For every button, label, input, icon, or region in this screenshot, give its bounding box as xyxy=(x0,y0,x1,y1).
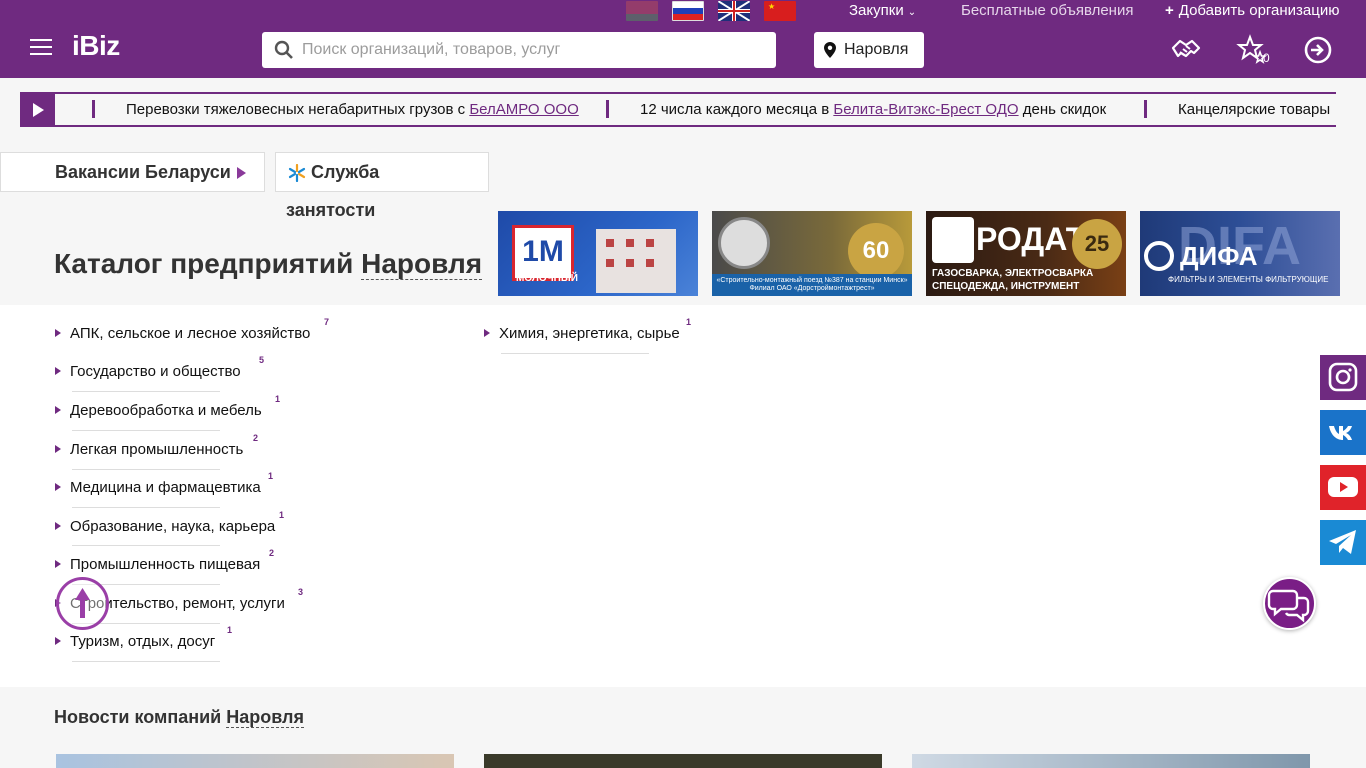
free-ads-link[interactable]: Бесплатные объявления xyxy=(961,2,1133,19)
bullet-icon xyxy=(484,329,490,337)
bullet-icon xyxy=(55,367,61,375)
arrow-up-icon xyxy=(75,588,90,618)
banner-difa[interactable]: DIFA ДИФА ФИЛЬТРЫ И ЭЛЕМЕНТЫ ФИЛЬТРУЮЩИЕ xyxy=(1140,211,1340,296)
divider xyxy=(501,353,649,354)
vk-button[interactable] xyxy=(1320,410,1366,455)
banner-rodat[interactable]: РОДАТ 25 ГАЗОСВАРКА, ЭЛЕКТРОСВАРКА СПЕЦО… xyxy=(926,211,1126,296)
uk-flag-icon[interactable] xyxy=(718,1,750,21)
category-item[interactable]: Химия, энергетика, сырье 1 xyxy=(484,317,691,342)
location-pin-icon xyxy=(824,42,836,58)
search-icon xyxy=(274,40,293,59)
main-header: iBiz Наровля 0 xyxy=(0,22,1366,78)
chevron-down-icon: ⌄ xyxy=(907,7,917,18)
youtube-button[interactable] xyxy=(1320,465,1366,510)
ticker-separator xyxy=(606,100,609,118)
procurement-menu[interactable]: Закупки ⌄ xyxy=(849,2,916,19)
vk-icon xyxy=(1329,426,1352,440)
top-strip: ★ Закупки ⌄ Бесплатные объявления + Добави… xyxy=(0,0,1366,22)
category-item[interactable]: Образование, наука, карьера 1 xyxy=(55,510,284,535)
city-selector[interactable]: Наровля xyxy=(814,32,924,68)
building-image xyxy=(596,229,676,293)
telegram-button[interactable] xyxy=(1320,520,1366,565)
bullet-icon xyxy=(55,445,61,453)
chat-bubbles-icon xyxy=(1267,589,1310,623)
ticker-separator xyxy=(1144,100,1147,118)
divider xyxy=(72,507,220,508)
anniversary-badge: 60 xyxy=(848,223,904,279)
employment-service-button[interactable]: Служба xyxy=(275,152,489,192)
plus-icon: + xyxy=(1165,2,1174,19)
banner-smp-387[interactable]: 60 «Строительно-монтажный поезд №387 на … xyxy=(712,211,912,296)
by-flag-icon[interactable] xyxy=(626,1,658,21)
category-item[interactable]: АПК, сельское и лесное хозяйство 7 xyxy=(55,317,329,342)
cn-flag-icon[interactable]: ★ xyxy=(764,1,796,21)
bullet-icon xyxy=(55,637,61,645)
ru-flag-icon[interactable] xyxy=(672,1,704,21)
category-item[interactable]: Деревообработка и мебель 1 xyxy=(55,394,280,419)
divider xyxy=(72,661,220,662)
ticker-separator xyxy=(92,100,95,118)
city-name: Наровля xyxy=(844,41,909,58)
arrow-right-icon xyxy=(237,167,246,179)
divider xyxy=(72,545,220,546)
ticker-link[interactable]: Белита-Витэкс-Брест ОДО xyxy=(833,101,1018,118)
telegram-icon xyxy=(1329,530,1356,554)
news-city-link[interactable]: Наровля xyxy=(226,707,304,728)
vacancies-button[interactable]: Вакансии Беларуси xyxy=(0,152,265,192)
category-item[interactable]: Промышленность пищевая 2 xyxy=(55,548,274,573)
login-icon[interactable] xyxy=(1302,34,1334,66)
title-city-link[interactable]: Наровля xyxy=(361,248,483,280)
categories-section: АПК, сельское и лесное хозяйство 7 Госуда… xyxy=(0,305,1366,687)
news-section-title: Новости компаний Наровля xyxy=(54,707,304,728)
news-card-image[interactable] xyxy=(56,754,454,768)
page-title: Каталог предприятий Наровля xyxy=(54,248,483,280)
add-organization-link[interactable]: + Добавить организацию xyxy=(1165,2,1340,19)
scroll-up-button[interactable] xyxy=(56,577,109,630)
favorites-count: 0 xyxy=(1263,51,1270,65)
category-item[interactable]: Туризм, отдых, досуг 1 xyxy=(55,625,232,650)
banner-molochny[interactable]: 1M МОЛОЧНЫЙ xyxy=(498,211,698,296)
ticker-link[interactable]: БелАМРО ООО xyxy=(469,101,578,118)
bullet-icon xyxy=(55,483,61,491)
category-item[interactable]: Государство и общество 5 xyxy=(55,355,264,380)
divider xyxy=(72,469,220,470)
bullet-icon xyxy=(55,406,61,414)
divider xyxy=(72,391,220,392)
ticker-item: Перевозки тяжеловесных негабаритных груз… xyxy=(126,101,579,118)
news-card-image[interactable] xyxy=(912,754,1310,768)
category-item[interactable]: Медицина и фармацевтика 1 xyxy=(55,471,273,496)
news-card-image[interactable] xyxy=(484,754,882,768)
youtube-icon xyxy=(1328,477,1358,497)
asterisk-logo-icon xyxy=(288,164,306,182)
news-ticker: Перевозки тяжеловесных негабаритных груз… xyxy=(20,92,1336,127)
search-input[interactable] xyxy=(302,32,762,68)
category-item[interactable]: Легкая промышленность 2 xyxy=(55,433,258,458)
handshake-icon[interactable] xyxy=(1170,34,1202,66)
bullet-icon xyxy=(55,329,61,337)
bullet-icon xyxy=(55,560,61,568)
divider xyxy=(72,430,220,431)
rodat-mascot-icon xyxy=(932,217,974,263)
ticker-item: 12 числа каждого месяца в Белита-Витэкс-… xyxy=(640,101,1107,118)
site-logo[interactable]: iBiz xyxy=(72,30,120,62)
instagram-button[interactable] xyxy=(1320,355,1366,400)
ticker-item[interactable]: Канцелярские товары xyxy=(1178,101,1330,118)
chat-button[interactable] xyxy=(1263,577,1316,630)
instagram-icon xyxy=(1328,362,1358,392)
gear-icon xyxy=(1144,241,1174,271)
language-flags: ★ xyxy=(626,1,796,21)
play-icon[interactable] xyxy=(20,94,55,125)
search-box xyxy=(262,32,776,68)
bullet-icon xyxy=(55,522,61,530)
emblem-icon xyxy=(718,217,770,269)
anniversary-badge: 25 xyxy=(1072,219,1122,269)
employment-service-label[interactable]: занятости xyxy=(286,200,375,221)
menu-icon[interactable] xyxy=(30,39,52,57)
